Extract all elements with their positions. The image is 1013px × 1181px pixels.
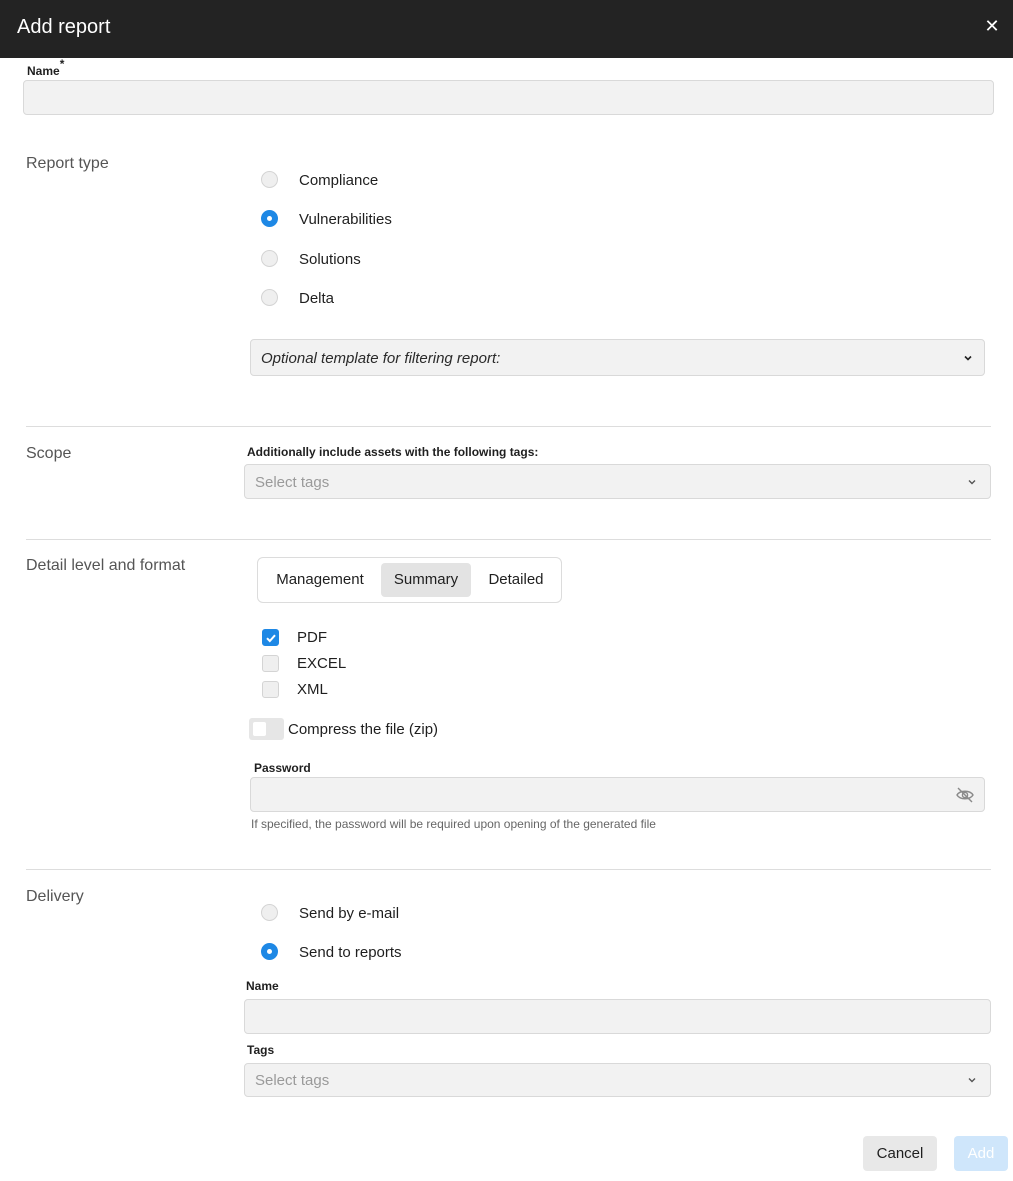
section-divider [26, 426, 991, 427]
format-xml-label: XML [297, 681, 328, 698]
radio-vulnerabilities-label: Vulnerabilities [299, 211, 392, 228]
toggle-knob [253, 722, 266, 736]
eye-off-icon[interactable] [955, 786, 975, 804]
section-divider [26, 869, 991, 870]
format-excel-checkbox[interactable] [262, 655, 279, 672]
detail-level-segmented: Management Summary Detailed [257, 557, 562, 603]
close-icon[interactable]: ✕ [982, 15, 1002, 37]
cancel-button[interactable]: Cancel [863, 1136, 937, 1171]
delivery-name-input[interactable] [244, 999, 991, 1034]
format-pdf-label: PDF [297, 629, 327, 646]
chevron-down-icon [964, 355, 972, 361]
detail-level-detailed[interactable]: Detailed [475, 563, 557, 597]
checkmark-icon [266, 634, 276, 643]
format-pdf-checkbox[interactable] [262, 629, 279, 646]
radio-compliance-label: Compliance [299, 172, 379, 189]
scope-tags-select[interactable]: Select tags [244, 464, 991, 499]
password-field[interactable] [250, 777, 985, 812]
delivery-label: Delivery [26, 888, 84, 905]
template-select[interactable]: Optional template for filtering report: [250, 339, 985, 376]
detail-level-label: Detail level and format [26, 557, 186, 574]
dialog-title: Add report [17, 16, 111, 38]
section-divider [26, 539, 991, 540]
radio-send-reports-label: Send to reports [299, 944, 402, 961]
delivery-name-label: Name [246, 979, 279, 993]
password-label: Password [254, 761, 311, 775]
compress-toggle[interactable] [249, 718, 284, 740]
scope-tags-label: Additionally include assets with the fol… [247, 445, 539, 459]
required-mark: * [59, 57, 65, 71]
chevron-down-icon [968, 1078, 976, 1083]
radio-delta-label: Delta [299, 290, 335, 307]
name-input[interactable] [23, 80, 994, 115]
detail-level-summary[interactable]: Summary [381, 563, 471, 597]
detail-level-management[interactable]: Management [263, 563, 377, 597]
radio-send-email[interactable] [261, 904, 278, 921]
radio-send-email-label: Send by e-mail [299, 905, 400, 922]
delivery-tags-select[interactable]: Select tags [244, 1063, 991, 1097]
report-type-label: Report type [26, 155, 109, 172]
format-xml-checkbox[interactable] [262, 681, 279, 698]
scope-label: Scope [26, 445, 72, 462]
radio-solutions[interactable] [261, 250, 278, 267]
template-select-value: Optional template for filtering report: [261, 350, 501, 367]
radio-vulnerabilities[interactable] [261, 210, 278, 227]
radio-solutions-label: Solutions [299, 251, 361, 268]
format-excel-label: EXCEL [297, 655, 347, 672]
compress-label: Compress the file (zip) [288, 721, 439, 738]
delivery-tags-placeholder: Select tags [255, 1072, 330, 1089]
scope-tags-placeholder: Select tags [255, 474, 330, 491]
name-field-label: Name* [27, 57, 65, 78]
dialog-titlebar: Add report ✕ [0, 0, 1013, 58]
delivery-tags-label: Tags [247, 1043, 275, 1057]
radio-delta[interactable] [261, 289, 278, 306]
chevron-down-icon [968, 480, 976, 485]
add-button[interactable]: Add [954, 1136, 1008, 1171]
radio-compliance[interactable] [261, 171, 278, 188]
password-hint: If specified, the password will be requi… [251, 817, 656, 831]
radio-send-reports[interactable] [261, 943, 278, 960]
